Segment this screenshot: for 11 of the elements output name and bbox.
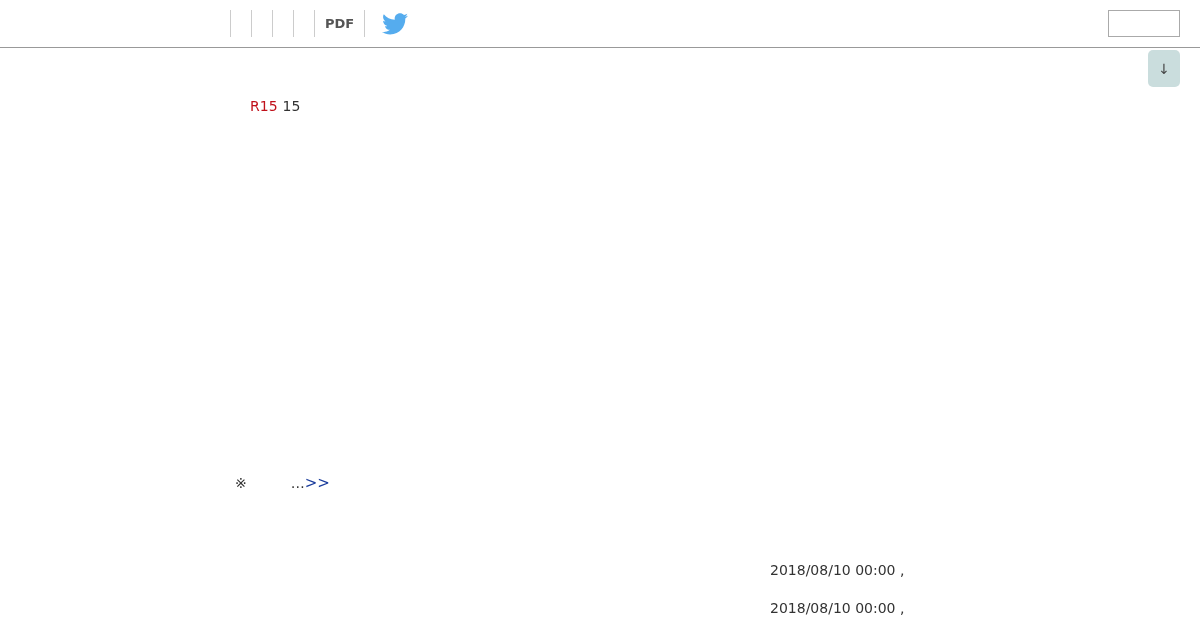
pdf-link[interactable]: PDF — [314, 10, 366, 37]
heading-tag: R15 — [250, 96, 278, 116]
date-text: 2018/08/10 00:00 , — [770, 599, 905, 618]
date-text: 2018/08/10 00:00 , — [770, 561, 905, 580]
more-link[interactable]: >> — [304, 473, 330, 493]
bird-icon[interactable] — [382, 12, 409, 35]
heading-text: 15 — [282, 97, 301, 116]
scroll-down-button[interactable]: ↓ — [1148, 50, 1180, 87]
note-text: … — [290, 474, 305, 493]
note-mark: ※ — [235, 474, 247, 493]
search-field[interactable] — [1108, 10, 1180, 37]
